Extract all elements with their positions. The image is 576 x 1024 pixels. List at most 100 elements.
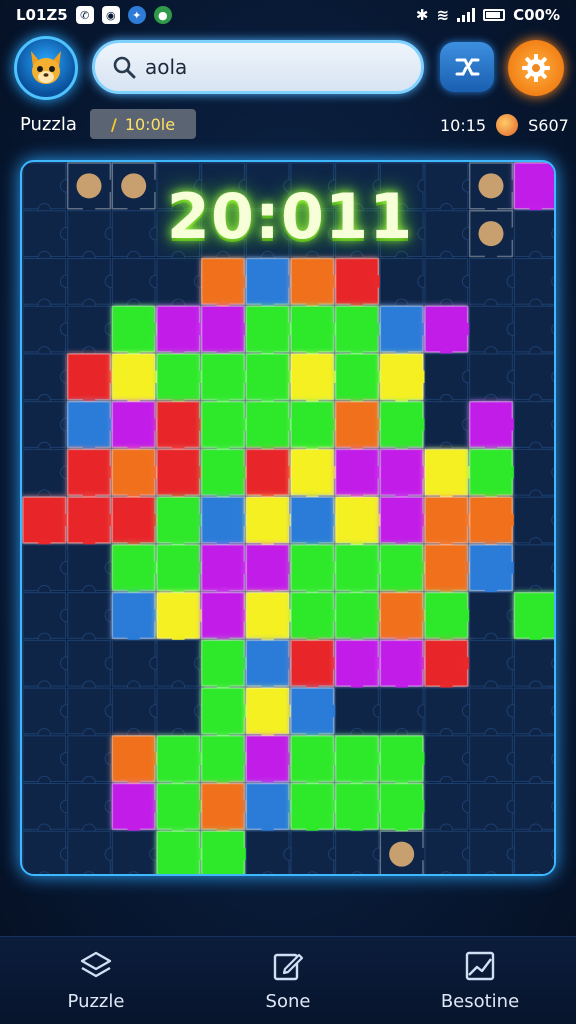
puzzle-piece[interactable]: [290, 448, 341, 503]
puzzle-piece[interactable]: [245, 400, 297, 455]
puzzle-piece[interactable]: [156, 782, 207, 837]
puzzle-piece[interactable]: [334, 257, 386, 312]
empty-slot[interactable]: [22, 305, 74, 360]
puzzle-piece[interactable]: [424, 639, 475, 694]
puzzle-piece[interactable]: [66, 400, 118, 455]
puzzle-piece[interactable]: [111, 496, 163, 551]
puzzle-piece[interactable]: [290, 400, 341, 455]
empty-slot[interactable]: [469, 783, 521, 838]
empty-slot[interactable]: [469, 592, 521, 647]
search-input[interactable]: [145, 55, 405, 79]
empty-slot[interactable]: [245, 830, 297, 876]
puzzle-piece[interactable]: [468, 400, 520, 455]
puzzle-piece[interactable]: [290, 544, 341, 598]
puzzle-piece[interactable]: [379, 305, 431, 360]
empty-slot[interactable]: [469, 687, 521, 742]
empty-slot[interactable]: [513, 305, 556, 360]
puzzle-piece[interactable]: [200, 639, 252, 694]
empty-slot[interactable]: [469, 353, 521, 408]
puzzle-piece[interactable]: [379, 400, 431, 455]
puzzle-piece[interactable]: [156, 448, 207, 503]
puzzle-piece[interactable]: [245, 448, 297, 503]
empty-slot[interactable]: [22, 592, 74, 647]
puzzle-piece[interactable]: [424, 591, 475, 646]
nav-puzzle[interactable]: Puzzle: [21, 949, 171, 1012]
puzzle-piece[interactable]: [290, 639, 341, 694]
puzzle-piece[interactable]: [156, 544, 207, 598]
empty-slot[interactable]: [379, 257, 431, 312]
empty-slot[interactable]: [111, 830, 163, 876]
puzzle-piece[interactable]: [290, 353, 341, 407]
puzzle-piece[interactable]: [334, 591, 386, 646]
empty-slot[interactable]: [424, 401, 476, 456]
puzzle-piece[interactable]: [200, 782, 252, 837]
puzzle-piece[interactable]: [200, 257, 252, 312]
puzzle-piece[interactable]: [111, 782, 163, 837]
puzzle-piece[interactable]: [290, 782, 341, 837]
empty-slot[interactable]: [513, 639, 556, 694]
puzzle-piece[interactable]: [379, 353, 431, 407]
puzzle-piece[interactable]: [200, 353, 252, 407]
puzzle-piece[interactable]: [334, 353, 386, 407]
empty-slot[interactable]: [67, 544, 119, 599]
puzzle-piece[interactable]: [156, 305, 207, 360]
empty-slot[interactable]: [290, 830, 342, 876]
puzzle-piece[interactable]: [468, 448, 520, 503]
puzzle-piece[interactable]: [513, 591, 556, 646]
puzzle-piece[interactable]: [111, 591, 163, 646]
empty-slot[interactable]: [156, 687, 208, 742]
nav-besotine[interactable]: Besotine: [405, 949, 555, 1012]
puzzle-piece[interactable]: [156, 830, 207, 876]
empty-slot[interactable]: [513, 735, 556, 790]
empty-slot[interactable]: [67, 687, 119, 742]
empty-slot[interactable]: [424, 783, 476, 838]
puzzle-piece[interactable]: [200, 830, 252, 876]
puzzle-piece[interactable]: [290, 305, 341, 360]
puzzle-piece[interactable]: [245, 639, 297, 694]
puzzle-piece[interactable]: [379, 496, 431, 551]
puzzle-piece[interactable]: [200, 400, 252, 455]
puzzle-piece[interactable]: [200, 305, 252, 360]
empty-slot[interactable]: [67, 305, 119, 360]
puzzle-piece[interactable]: [334, 544, 386, 598]
puzzle-piece[interactable]: [245, 257, 297, 312]
puzzle-piece[interactable]: [468, 496, 520, 551]
empty-slot[interactable]: [67, 735, 119, 790]
puzzle-piece[interactable]: [424, 496, 475, 551]
puzzle-piece[interactable]: [245, 305, 297, 360]
empty-slot[interactable]: [424, 353, 476, 408]
empty-slot[interactable]: [424, 687, 476, 742]
puzzle-piece[interactable]: [334, 496, 386, 551]
puzzle-piece[interactable]: [379, 591, 431, 646]
empty-slot[interactable]: [335, 830, 387, 876]
empty-slot[interactable]: [156, 257, 208, 312]
puzzle-piece[interactable]: [468, 544, 520, 598]
empty-slot[interactable]: [22, 687, 74, 742]
empty-slot[interactable]: [424, 257, 476, 312]
empty-slot[interactable]: [469, 639, 521, 694]
puzzle-piece[interactable]: [111, 448, 163, 503]
puzzle-piece[interactable]: [200, 448, 252, 503]
puzzle-piece[interactable]: [379, 782, 431, 837]
empty-slot[interactable]: [111, 639, 163, 694]
puzzle-piece[interactable]: [334, 400, 386, 455]
puzzle-piece[interactable]: [290, 257, 341, 312]
empty-slot[interactable]: [22, 735, 74, 790]
puzzle-piece[interactable]: [245, 496, 297, 551]
puzzle-piece[interactable]: [334, 448, 386, 503]
empty-slot[interactable]: [424, 830, 476, 876]
empty-slot[interactable]: [469, 257, 521, 312]
puzzle-piece[interactable]: [424, 448, 475, 503]
puzzle-piece[interactable]: [245, 735, 297, 789]
puzzle-piece[interactable]: [200, 735, 252, 789]
puzzle-piece[interactable]: [111, 353, 163, 407]
empty-slot[interactable]: [22, 353, 74, 408]
puzzle-piece[interactable]: [424, 305, 475, 360]
puzzle-piece[interactable]: [290, 735, 341, 789]
puzzle-grid[interactable]: [22, 162, 556, 876]
empty-slot[interactable]: [335, 687, 387, 742]
puzzle-piece[interactable]: [290, 496, 341, 551]
empty-slot[interactable]: [513, 830, 556, 876]
empty-slot[interactable]: [513, 448, 556, 503]
puzzle-piece[interactable]: [379, 639, 431, 694]
